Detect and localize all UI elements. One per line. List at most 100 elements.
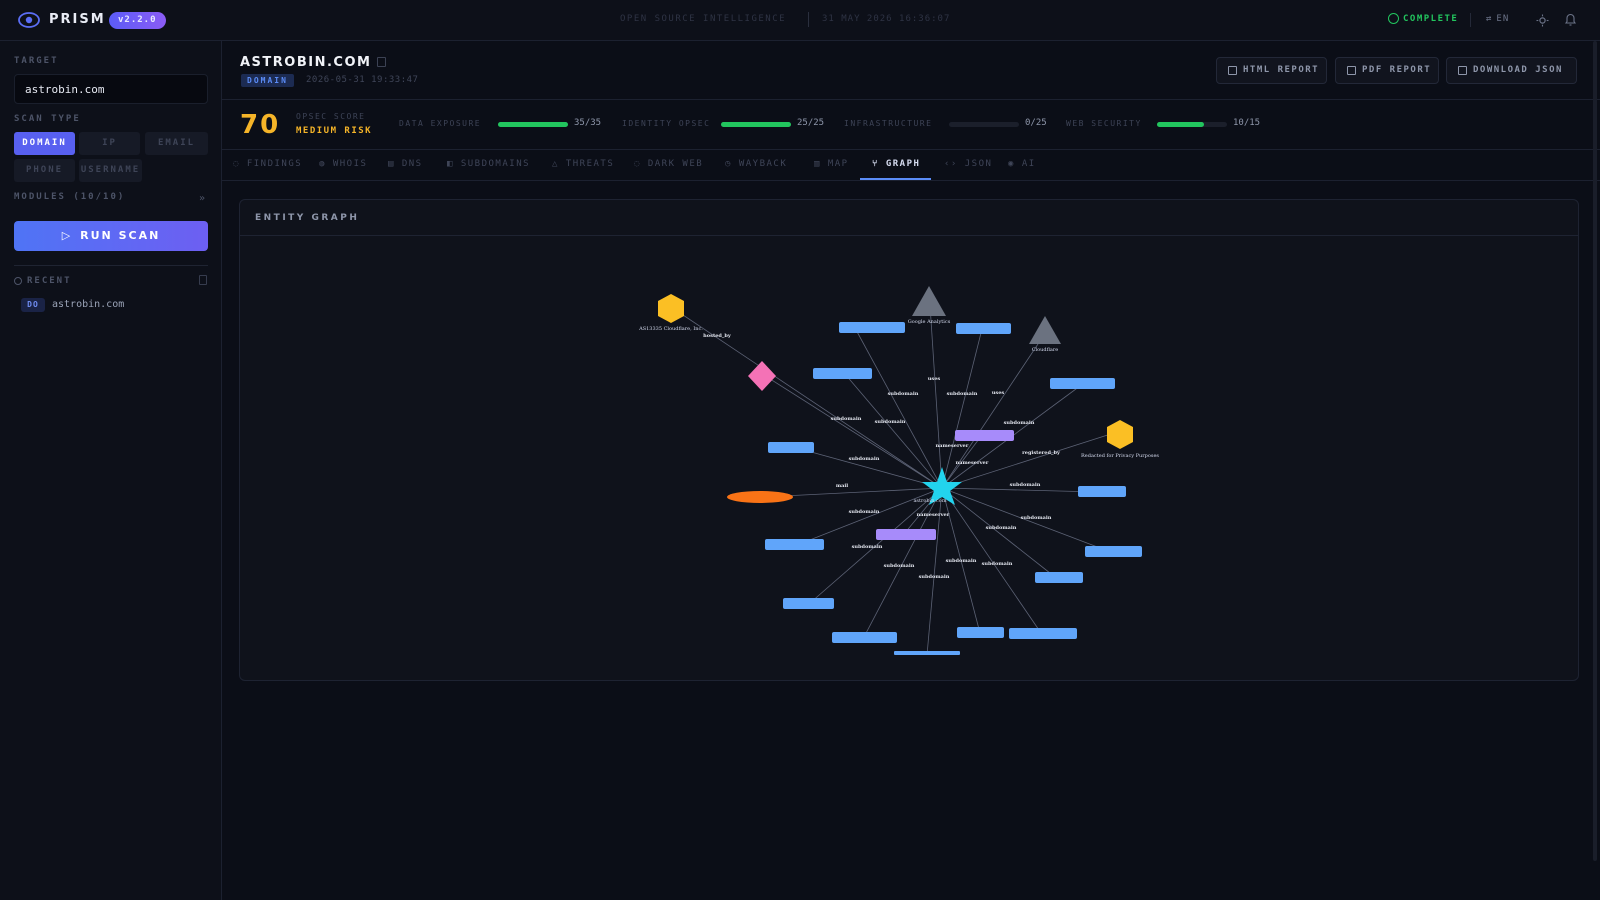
edge-label: uses — [928, 376, 941, 382]
tab-threats[interactable]: △ THREATS — [552, 159, 614, 169]
subdomain-node — [813, 368, 872, 379]
download-icon — [1458, 66, 1467, 75]
service-node — [1029, 316, 1061, 344]
subdomain-node — [768, 442, 814, 453]
subdomain-node — [894, 651, 960, 655]
scan-type-label: SCAN TYPE — [14, 114, 81, 124]
clock-icon — [14, 277, 22, 285]
edge-label: subdomain — [849, 509, 880, 515]
scan-type-email-button[interactable]: EMAIL — [145, 132, 208, 155]
opsec-score-value: 70 — [240, 110, 281, 140]
metric-infrastructure-bar — [949, 122, 1019, 127]
trash-icon[interactable] — [199, 275, 207, 285]
metric-data-exposure-bar — [498, 122, 568, 127]
active-tab-indicator — [860, 178, 931, 180]
theme-toggle-icon[interactable] — [1536, 14, 1549, 27]
tab-ai[interactable]: ◉ AI — [1008, 159, 1036, 169]
download-json-button[interactable]: DOWNLOAD JSON — [1446, 57, 1577, 84]
html-report-button[interactable]: HTML REPORT — [1216, 57, 1327, 84]
tab-wayback[interactable]: ◷ WAYBACK — [725, 159, 787, 169]
scan-type-username-button[interactable]: USERNAME — [79, 159, 142, 182]
chevron-right-icon[interactable]: » — [199, 193, 205, 204]
subdomain-node — [1050, 378, 1115, 389]
metric-data-exposure-value: 35/35 — [574, 118, 602, 128]
target-input[interactable] — [14, 74, 208, 104]
run-scan-button[interactable]: ▷ RUN SCAN — [14, 221, 208, 251]
scan-type-phone-button[interactable]: PHONE — [14, 159, 75, 182]
external-link-icon — [1228, 66, 1237, 75]
metric-web-security-value: 10/15 — [1233, 118, 1261, 128]
recent-label: RECENT — [27, 276, 72, 286]
edge-label: subdomain — [919, 574, 950, 580]
nameserver-node — [955, 430, 1014, 441]
scan-type-ip-button[interactable]: IP — [79, 132, 140, 155]
subdomain-node — [1078, 486, 1126, 497]
edge-label: subdomain — [831, 416, 862, 422]
center-node-label: astrobin.com — [913, 498, 946, 504]
tab-graph-label: GRAPH — [885, 159, 921, 169]
subdomain-node — [1035, 572, 1083, 583]
metric-web-security-fill — [1157, 122, 1204, 127]
registrant-node-label: Redacted for Privacy Purposes — [1081, 453, 1159, 459]
metric-web-security-label: WEB SECURITY — [1066, 119, 1142, 128]
page-title: ASTROBIN.COM — [240, 55, 372, 70]
entity-graph-panel: ENTITY GRAPH hosted_by subdomain uses su… — [239, 199, 1579, 681]
scan-type-domain-button[interactable]: DOMAIN — [14, 132, 75, 155]
entity-graph[interactable]: hosted_by subdomain uses subdomain uses … — [240, 237, 1578, 680]
translate-icon: ⇄ — [1486, 14, 1493, 24]
metric-identity-opsec-value: 25/25 — [797, 118, 825, 128]
edge-label: subdomain — [986, 525, 1017, 531]
target-type-badge: DOMAIN — [241, 74, 294, 87]
modules-toggle[interactable]: MODULES (10/10) — [14, 192, 125, 202]
copy-icon[interactable] — [377, 57, 386, 67]
metric-identity-opsec-label: IDENTITY OPSEC — [622, 119, 711, 128]
edge-label: subdomain — [982, 561, 1013, 567]
tab-dark-web[interactable]: ◌ DARK WEB — [634, 159, 703, 169]
center-divider — [808, 12, 809, 27]
status-text: COMPLETE — [1403, 14, 1459, 24]
edge-label: subdomain — [946, 558, 977, 564]
subdomain-node — [956, 323, 1011, 334]
subdomain-node — [832, 632, 897, 643]
edge-label: subdomain — [849, 456, 880, 462]
tab-subdomains[interactable]: ◧ SUBDOMAINS — [447, 159, 530, 169]
target-label: TARGET — [14, 56, 59, 66]
download-json-label: DOWNLOAD JSON — [1473, 65, 1563, 75]
tab-whois[interactable]: ◍ WHOIS — [319, 159, 367, 169]
recent-item[interactable]: astrobin.com — [52, 299, 124, 310]
edge-label: subdomain — [1021, 515, 1052, 521]
notifications-icon[interactable] — [1564, 13, 1577, 26]
ip-node — [748, 361, 776, 391]
prism-logo-icon — [18, 12, 40, 28]
page-scrollbar[interactable] — [1593, 41, 1597, 861]
tab-threats-label: THREATS — [565, 159, 615, 169]
tab-dns[interactable]: ▤ DNS — [388, 159, 423, 169]
registrant-node — [1107, 420, 1133, 449]
pdf-report-button[interactable]: PDF REPORT — [1335, 57, 1439, 84]
tab-map[interactable]: ▥ MAP — [814, 159, 849, 169]
language-selector[interactable]: ⇄ EN — [1486, 14, 1509, 24]
edge-label: subdomain — [888, 391, 919, 397]
tab-findings[interactable]: ◌ FINDINGS — [233, 159, 302, 169]
tab-json[interactable]: ‹› JSON — [944, 159, 992, 169]
app-name: PRISM — [49, 12, 106, 27]
edge-label: subdomain — [1010, 482, 1041, 488]
service-node-label: Cloudflare — [1032, 347, 1059, 353]
tab-wayback-label: WAYBACK — [738, 159, 788, 169]
edge-label: subdomain — [947, 391, 978, 397]
metric-infrastructure-label: INFRASTRUCTURE — [844, 119, 933, 128]
opsec-score-bar: 70 OPSEC SCORE MEDIUM RISK DATA EXPOSURE… — [222, 100, 1600, 150]
language-label: EN — [1496, 14, 1510, 24]
service-node-label: Google Analytics — [908, 319, 951, 325]
nameserver-node — [876, 529, 936, 540]
subdomain-node — [1085, 546, 1142, 557]
run-scan-label: RUN SCAN — [80, 229, 161, 242]
top-bar: PRISM v2.2.0 OPEN SOURCE INTELLIGENCE 31… — [0, 0, 1600, 41]
panel-header: ENTITY GRAPH — [240, 200, 1578, 236]
current-datetime: 31 MAY 2026 16:36:07 — [822, 14, 951, 24]
edge-label: nameserver — [956, 460, 989, 466]
edge-label: hosted_by — [703, 333, 732, 339]
edge-label: nameserver — [917, 512, 950, 518]
tab-graph[interactable]: ⑂ GRAPH — [872, 159, 920, 169]
edge-label: registered_by — [1022, 450, 1061, 456]
